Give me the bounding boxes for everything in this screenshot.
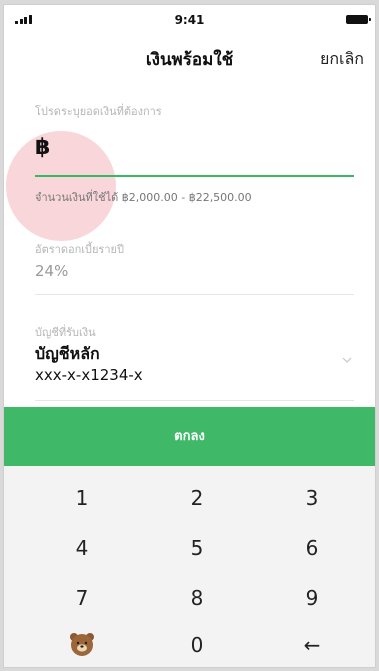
account-label: บัญชีที่รับเงิน <box>35 326 96 339</box>
account-divider <box>35 400 354 401</box>
confirm-button[interactable]: ตกลง <box>4 407 375 466</box>
key-6[interactable]: 6 <box>257 526 367 570</box>
key-7[interactable]: 7 <box>27 576 137 620</box>
amount-input[interactable] <box>65 137 354 159</box>
cancel-button[interactable]: ยกเลิก <box>320 47 364 72</box>
key-4[interactable]: 4 <box>27 526 137 570</box>
status-time: 9:41 <box>174 13 205 27</box>
bear-icon <box>70 633 94 656</box>
key-3[interactable]: 3 <box>257 476 367 520</box>
receiving-account-field[interactable]: บัญชีที่รับเงิน บัญชีหลัก xxx-x-x1234-x <box>35 323 354 401</box>
interest-rate-value: 24% <box>35 262 69 280</box>
key-8[interactable]: 8 <box>142 576 252 620</box>
account-number: xxx-x-x1234-x <box>35 366 143 384</box>
key-5[interactable]: 5 <box>142 526 252 570</box>
navigation-bar: เงินพร้อมใช้ ยกเลิก <box>4 43 375 73</box>
status-bar: 9:41 <box>4 5 375 35</box>
key-1[interactable]: 1 <box>27 476 137 520</box>
amount-field[interactable]: โปรดระบุยอดเงินที่ต้องการ ฿ <box>35 102 354 182</box>
numeric-keypad: 1 2 3 4 5 6 7 8 9 0 ← <box>4 466 375 667</box>
chevron-down-icon[interactable] <box>342 355 352 365</box>
rate-divider <box>35 294 354 295</box>
interest-rate-label: อัตราดอกเบี้ยรายปี <box>35 243 124 256</box>
key-0[interactable]: 0 <box>142 623 252 667</box>
backspace-key[interactable]: ← <box>257 623 367 667</box>
amount-underline <box>35 175 354 177</box>
amount-label: โปรดระบุยอดเงินที่ต้องการ <box>35 105 162 118</box>
key-9[interactable]: 9 <box>257 576 367 620</box>
battery-icon <box>346 15 371 24</box>
interest-rate-field: อัตราดอกเบี้ยรายปี 24% <box>35 240 354 298</box>
amount-range-helper: จำนวนเงินที่ใช้ได้ ฿2,000.00 - ฿22,500.0… <box>35 191 252 204</box>
bear-key[interactable] <box>27 623 137 667</box>
account-name: บัญชีหลัก <box>35 344 100 363</box>
currency-symbol: ฿ <box>35 135 51 160</box>
phone-screen: 9:41 เงินพร้อมใช้ ยกเลิก โปรดระบุยอดเงิน… <box>3 4 376 668</box>
key-2[interactable]: 2 <box>142 476 252 520</box>
